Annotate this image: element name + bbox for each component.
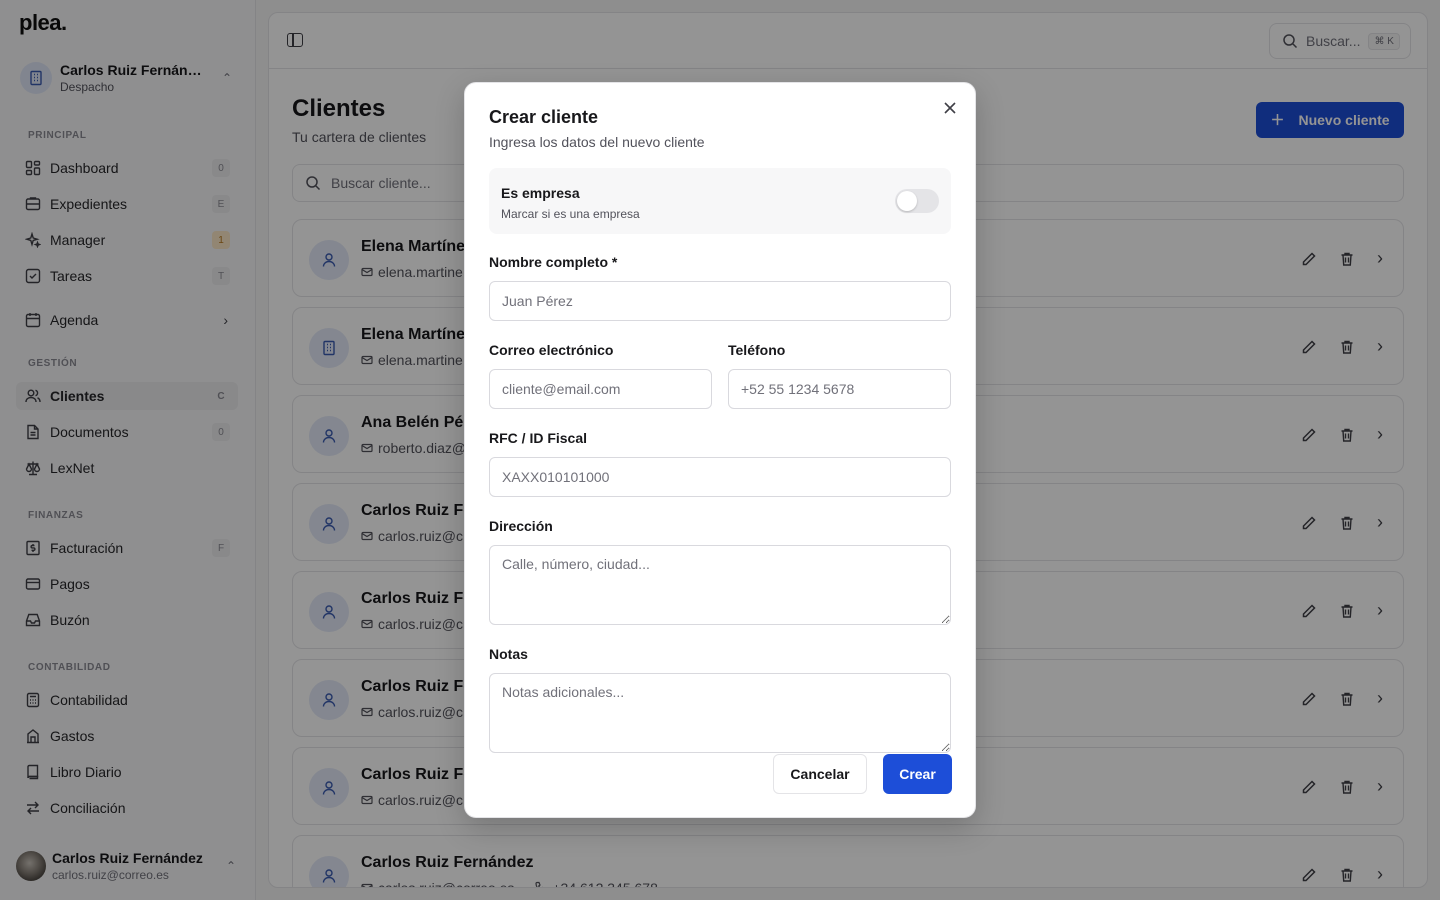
create-client-dialog: Crear cliente Ingresa los datos del nuev… (464, 82, 976, 818)
dialog-subtitle: Ingresa los datos del nuevo cliente (489, 134, 705, 150)
name-label: Nombre completo * (489, 254, 618, 270)
notes-label: Notas (489, 646, 528, 662)
email-field[interactable] (489, 369, 712, 409)
company-toggle-switch[interactable] (895, 189, 939, 213)
cancel-button[interactable]: Cancelar (773, 754, 867, 794)
company-toggle-subtitle: Marcar si es una empresa (501, 207, 640, 221)
address-label: Dirección (489, 518, 553, 534)
phone-label: Teléfono (728, 342, 786, 358)
rfc-label: RFC / ID Fiscal (489, 430, 588, 446)
email-label: Correo electrónico (489, 342, 614, 358)
address-field[interactable] (489, 545, 951, 625)
notes-field[interactable] (489, 673, 951, 753)
company-toggle-row: Es empresa Marcar si es una empresa (489, 168, 951, 234)
dialog-title: Crear cliente (489, 107, 599, 127)
company-toggle-title: Es empresa (501, 185, 580, 201)
close-icon[interactable] (941, 99, 959, 117)
switch-knob (897, 191, 917, 211)
name-field[interactable] (489, 281, 951, 321)
rfc-field[interactable] (489, 457, 951, 497)
phone-field[interactable] (728, 369, 951, 409)
create-button[interactable]: Crear (883, 754, 952, 794)
